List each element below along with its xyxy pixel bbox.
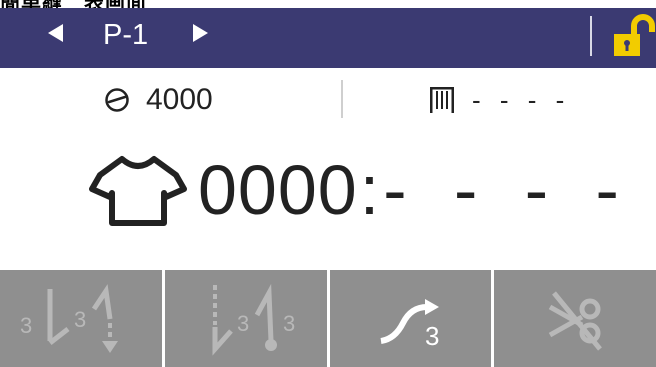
status-divider xyxy=(341,80,343,118)
reverse-stitch-end-button[interactable]: 3 3 xyxy=(164,270,330,367)
speed-gauge-icon xyxy=(105,88,129,112)
previous-program-arrow-icon[interactable] xyxy=(48,24,63,42)
header-divider xyxy=(590,16,592,56)
stitch-counter-value: - - - - xyxy=(472,85,571,115)
reverse-stitch-start-icon: 3 3 xyxy=(20,283,118,353)
screen-caption: 簡単縫 表画面 xyxy=(0,0,147,14)
function-toolbar: 3 3 3 3 3 xyxy=(0,270,656,367)
thread-trim-count: 3 xyxy=(425,321,439,351)
thread-trim-button[interactable]: 3 xyxy=(329,270,495,367)
speed-value: 4000 xyxy=(146,83,213,116)
trimmer-off-button[interactable] xyxy=(494,270,656,367)
trimmer-off-icon xyxy=(548,290,603,351)
speed-display: 4000 xyxy=(104,80,213,120)
unlocked-padlock-icon[interactable] xyxy=(610,14,656,60)
thread-trim-3-icon: 3 xyxy=(380,298,440,351)
reverse-end-count-b: 3 xyxy=(283,311,295,336)
shirt-icon xyxy=(89,156,187,226)
program-number: P-1 xyxy=(103,19,149,51)
garment-target-value: - - - - xyxy=(383,151,633,229)
stitch-counter-icon xyxy=(430,87,454,113)
garment-count-value: 0000 xyxy=(198,151,358,229)
reverse-start-count-b: 3 xyxy=(74,307,86,332)
next-program-arrow-icon[interactable] xyxy=(193,24,208,42)
stitch-counter-display: - - - - xyxy=(428,80,570,120)
sewing-panel-screen: 簡単縫 表画面 P-1 4000 - - - - 0000: - - - - … xyxy=(0,0,656,367)
header-bar: P-1 xyxy=(0,8,656,68)
reverse-start-count-a: 3 xyxy=(20,313,32,338)
reverse-stitch-start-button[interactable]: 3 3 xyxy=(0,270,165,367)
reverse-stitch-end-icon: 3 3 xyxy=(212,283,295,356)
counter-separator: : xyxy=(359,151,380,229)
reverse-end-count-a: 3 xyxy=(237,311,249,336)
garment-counter[interactable]: 0000 : - - - - xyxy=(88,150,633,230)
